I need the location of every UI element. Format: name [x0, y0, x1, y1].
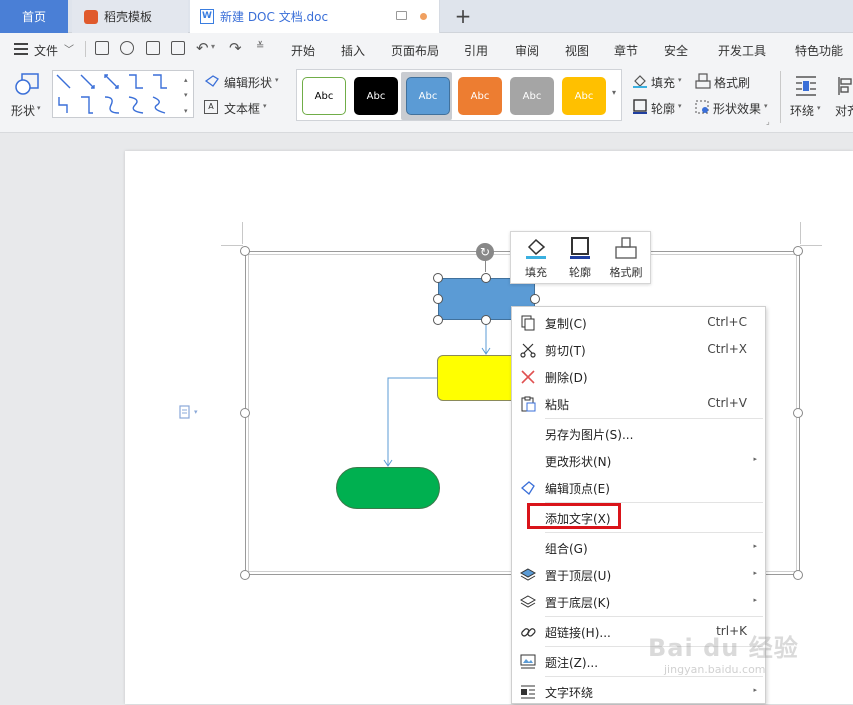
watermark-url: jingyan.baidu.com: [664, 663, 766, 676]
resize-handle[interactable]: [481, 315, 491, 325]
bring-to-front-icon: [520, 568, 536, 581]
floating-mini-toolbar: 填充 轮廓 格式刷: [510, 231, 651, 284]
menu-item-save-as-picture[interactable]: 另存为图片(S)...: [512, 420, 765, 447]
submenu-arrow-icon: ▸: [753, 596, 757, 604]
submenu-arrow-icon: ▸: [753, 542, 757, 550]
canvas-resize-handle[interactable]: [240, 408, 250, 418]
hyperlink-icon: [521, 628, 536, 637]
menu-item-paste[interactable]: 粘贴 Ctrl+V: [512, 390, 765, 417]
submenu-arrow-icon: ▸: [753, 569, 757, 577]
flowchart-terminator-green[interactable]: [336, 467, 440, 509]
canvas-resize-handle[interactable]: [793, 408, 803, 418]
menu-item-group[interactable]: 组合(G) ▸: [512, 534, 765, 561]
copy-icon: [521, 315, 535, 331]
menu-item-edit-points[interactable]: 编辑顶点(E): [512, 474, 765, 501]
menu-item-label: 组合(G): [545, 542, 588, 556]
resize-handle[interactable]: [530, 294, 540, 304]
menu-separator: [545, 418, 763, 419]
menu-item-label: 复制(C): [545, 317, 587, 331]
resize-handle[interactable]: [481, 273, 491, 283]
canvas-resize-handle[interactable]: [793, 570, 803, 580]
canvas-resize-handle[interactable]: [793, 246, 803, 256]
mini-fill-button[interactable]: 填充: [514, 232, 558, 285]
canvas-resize-handle[interactable]: [240, 570, 250, 580]
menu-item-send-to-back[interactable]: 置于底层(K) ▸: [512, 588, 765, 615]
menu-item-cut[interactable]: 剪切(T) Ctrl+X: [512, 336, 765, 363]
shortcut-label: Ctrl+V: [707, 396, 747, 410]
resize-handle[interactable]: [433, 315, 443, 325]
submenu-arrow-icon: ▸: [753, 455, 757, 463]
menu-item-bring-to-front[interactable]: 置于顶层(U) ▸: [512, 561, 765, 588]
menu-item-label: 剪切(T): [545, 344, 586, 358]
mini-outline-button[interactable]: 轮廓: [558, 232, 602, 285]
menu-item-copy[interactable]: 复制(C) Ctrl+C: [512, 309, 765, 336]
watermark-brand: Bai du 经验: [648, 634, 799, 662]
menu-separator: [545, 616, 763, 617]
menu-separator: [545, 532, 763, 533]
text-wrap-icon: [521, 685, 535, 699]
fill-bucket-icon: [526, 238, 546, 259]
resize-handle[interactable]: [433, 273, 443, 283]
menu-item-label: 置于底层(K): [545, 596, 611, 610]
shortcut-label: Ctrl+C: [707, 315, 747, 329]
flowchart-process-yellow[interactable]: [437, 355, 517, 401]
caption-icon: [520, 654, 536, 669]
scissors-icon: [520, 343, 536, 358]
menu-item-label: 粘贴: [545, 398, 570, 412]
format-painter-icon: [615, 237, 637, 259]
rotate-handle-icon[interactable]: ↻: [476, 243, 494, 261]
menu-item-label: 超链接(H)...: [545, 626, 611, 640]
mini-outline-label: 轮廓: [569, 266, 591, 279]
delete-x-icon: [521, 370, 535, 384]
highlight-annotation: [527, 503, 621, 529]
canvas-resize-handle[interactable]: [240, 246, 250, 256]
edit-points-icon: [521, 481, 535, 495]
menu-item-delete[interactable]: 删除(D): [512, 363, 765, 390]
resize-handle[interactable]: [433, 294, 443, 304]
menu-item-label: 删除(D): [545, 371, 588, 385]
menu-item-label: 文字环绕: [545, 686, 594, 700]
menu-item-label: 置于顶层(U): [545, 569, 612, 583]
shortcut-label: Ctrl+X: [707, 342, 747, 356]
baidu-watermark: Bai du 经验 jingyan.baidu.com: [648, 628, 848, 688]
send-to-back-icon: [520, 595, 536, 608]
menu-item-label: 更改形状(N): [545, 455, 612, 469]
mini-format-painter-label: 格式刷: [609, 266, 643, 279]
mini-fill-label: 填充: [525, 266, 547, 279]
paste-icon: [521, 396, 536, 412]
mini-format-painter-button[interactable]: 格式刷: [604, 232, 648, 285]
outline-icon: [570, 237, 590, 259]
menu-item-change-shape[interactable]: 更改形状(N) ▸: [512, 447, 765, 474]
menu-item-label: 题注(Z)...: [545, 656, 599, 670]
menu-item-label: 编辑顶点(E): [545, 482, 610, 496]
menu-item-label: 另存为图片(S)...: [545, 428, 634, 442]
